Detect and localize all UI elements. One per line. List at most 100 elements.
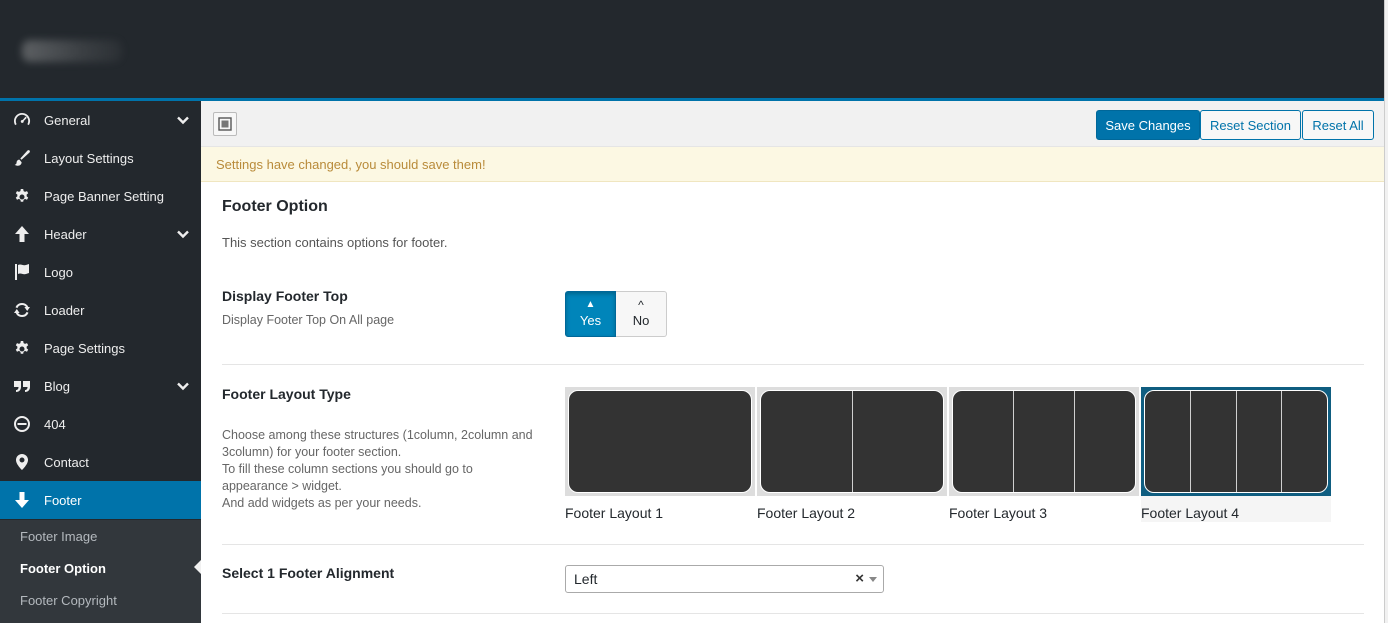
sidebar-item-label: Logo [44, 264, 73, 280]
sidebar-item-label: Contact [44, 454, 89, 470]
layout-column [569, 391, 751, 492]
layout-preview [949, 387, 1139, 496]
caret-up-icon: ▲ [585, 298, 596, 310]
layout-column [1191, 391, 1237, 492]
sidebar-item-general[interactable]: General [0, 101, 201, 139]
section-title: Footer Option [222, 198, 328, 215]
window-scrollbar[interactable] [1384, 0, 1388, 623]
gear-icon [0, 186, 44, 206]
layout-option-4[interactable]: Footer Layout 4 [1141, 387, 1331, 522]
sidebar-item-page-settings[interactable]: Page Settings [0, 329, 201, 367]
save-changes-button[interactable]: Save Changes [1096, 110, 1200, 140]
sidebar-item-label: Header [44, 226, 87, 242]
submenu-item-footer-option[interactable]: Footer Option [20, 561, 106, 576]
layout-column [1014, 391, 1075, 492]
sidebar-item-page-banner-setting[interactable]: Page Banner Setting [0, 177, 201, 215]
brush-icon [0, 148, 44, 168]
expand-options-button[interactable] [213, 112, 237, 136]
submenu-item-footer-copyright[interactable]: Footer Copyright [20, 593, 117, 608]
layout-option-label: Footer Layout 2 [757, 505, 856, 521]
sidebar-item-label: Blog [44, 378, 71, 394]
description-line: To fill these column sections you should… [222, 462, 473, 476]
dashboard-icon [0, 110, 44, 130]
field-title-alignment: Select 1 Footer Alignment [222, 565, 395, 581]
sidebar-item-404[interactable]: 404 [0, 405, 201, 443]
layout-column [853, 391, 944, 492]
layout-option-label: Footer Layout 4 [1141, 505, 1240, 521]
submenu-item-footer-image[interactable]: Footer Image [20, 529, 97, 544]
unsaved-changes-notice: Settings have changed, you should save t… [201, 147, 1384, 182]
footer-alignment-select[interactable]: Left × [565, 565, 884, 593]
switch-yes-label: Yes [579, 312, 602, 328]
sidebar-item-label: Footer [44, 492, 82, 508]
options-sidebar: General Layout Settings Page Banner Sett… [0, 101, 202, 623]
footer-submenu: Footer Image Footer Option Footer Copyri… [0, 520, 201, 623]
layout-column [1145, 391, 1191, 492]
chevron-down-icon [165, 379, 201, 393]
switch-yes-option[interactable]: ▲ Yes [565, 291, 616, 337]
description-line: appearance > widget. [222, 479, 342, 493]
field-description-layout-type: Choose among these structures (1column, … [222, 427, 557, 512]
layout-preview [757, 387, 947, 496]
layout-column [761, 391, 853, 492]
layout-column [1075, 391, 1135, 492]
select-value: Left [574, 571, 598, 587]
flag-icon [0, 262, 44, 282]
layout-column [1282, 391, 1327, 492]
sidebar-item-label: General [44, 112, 91, 128]
location-icon [0, 452, 44, 472]
site-logo [22, 40, 122, 62]
chevron-down-icon [165, 227, 201, 241]
field-divider [222, 613, 1364, 614]
description-line: And add widgets as per your needs. [222, 496, 422, 510]
options-toolbar: Save Changes Reset Section Reset All [201, 101, 1384, 147]
sidebar-item-header[interactable]: Header [0, 215, 201, 253]
layout-preview [565, 387, 755, 496]
layout-icon [218, 117, 232, 131]
sidebar-item-label: Layout Settings [44, 150, 134, 166]
sidebar-item-label: 404 [44, 416, 66, 432]
field-divider [222, 544, 1364, 545]
top-header [0, 0, 1384, 99]
options-panel: Save Changes Reset Section Reset All Set… [201, 101, 1384, 623]
layout-option-label: Footer Layout 1 [565, 505, 664, 521]
arrow-up-icon [0, 224, 44, 244]
layout-option-label: Footer Layout 3 [949, 505, 1048, 521]
sidebar-item-label: Page Settings [44, 340, 125, 356]
layout-column [1237, 391, 1283, 492]
sidebar-item-layout-settings[interactable]: Layout Settings [0, 139, 201, 177]
layout-column [953, 391, 1014, 492]
switch-no-label: No [632, 312, 650, 328]
sidebar-item-logo[interactable]: Logo [0, 253, 201, 291]
minus-circle-icon [0, 414, 44, 434]
layout-option-1[interactable]: Footer Layout 1 [565, 387, 755, 522]
quote-icon [0, 376, 44, 396]
layout-option-3[interactable]: Footer Layout 3 [949, 387, 1139, 522]
description-line: 3column) for your footer section. [222, 445, 402, 459]
clear-selection-icon[interactable]: × [855, 570, 864, 587]
sidebar-item-label: Page Banner Setting [44, 188, 164, 204]
layout-option-2[interactable]: Footer Layout 2 [757, 387, 947, 522]
sidebar-item-contact[interactable]: Contact [0, 443, 201, 481]
sidebar-item-label: Loader [44, 302, 85, 318]
field-divider [222, 364, 1364, 365]
layout-preview [1141, 387, 1331, 496]
dropdown-arrow-icon[interactable] [869, 577, 877, 582]
arrow-down-icon [0, 490, 44, 510]
sidebar-item-footer[interactable]: Footer [0, 481, 201, 519]
field-title-footer-top: Display Footer Top [222, 288, 348, 304]
sidebar-item-blog[interactable]: Blog [0, 367, 201, 405]
description-line: Choose among these structures (1column, … [222, 428, 533, 442]
footer-top-switch: ▲ Yes ^ No [565, 291, 667, 337]
section-description: This section contains options for footer… [222, 235, 448, 250]
reset-all-button[interactable]: Reset All [1302, 110, 1374, 140]
gear-icon [0, 338, 44, 358]
field-subtitle-footer-top: Display Footer Top On All page [222, 313, 395, 327]
chevron-down-icon [165, 113, 201, 127]
sidebar-item-loader[interactable]: Loader [0, 291, 201, 329]
reset-section-button[interactable]: Reset Section [1200, 110, 1301, 140]
switch-no-option[interactable]: ^ No [616, 291, 667, 337]
refresh-icon [0, 300, 44, 320]
caret-up-icon: ^ [638, 297, 644, 312]
field-title-layout-type: Footer Layout Type [222, 386, 351, 402]
